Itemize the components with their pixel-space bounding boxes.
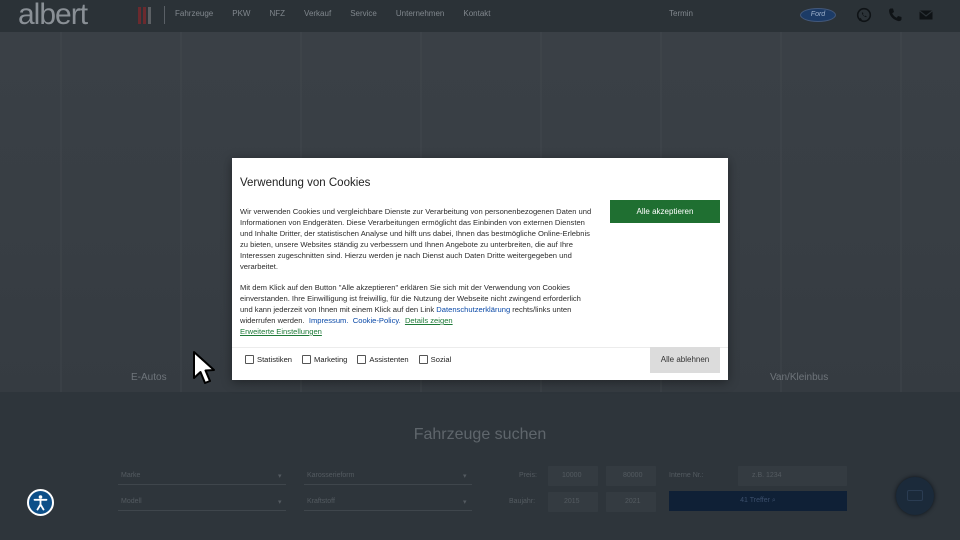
mouse-cursor-icon (193, 351, 215, 384)
kraftstoff-underline (304, 510, 472, 511)
checkbox-marketing[interactable]: Marketing (302, 355, 347, 364)
chevron-down-icon: ▾ (463, 473, 467, 480)
checkbox-statistiken[interactable]: Statistiken (245, 355, 292, 364)
impressum-link[interactable]: Impressum. (309, 316, 349, 325)
karosserie-select[interactable]: Karosserieform (307, 472, 354, 479)
karosserie-underline (304, 484, 472, 485)
marke-select[interactable]: Marke (121, 472, 140, 479)
interne-nr-input[interactable]: z.B. 1234 (752, 472, 782, 479)
nav-item-pkw[interactable]: PKW (232, 9, 250, 18)
nav-item-service[interactable]: Service (350, 9, 377, 18)
site-logo[interactable]: albert (18, 0, 88, 30)
chat-mail-icon[interactable] (896, 477, 934, 515)
category-van-kleinbus[interactable]: Van/Kleinbus (770, 372, 828, 383)
ford-logo[interactable]: Ford (800, 8, 836, 22)
search-submit-label: 41 Treffer (740, 497, 770, 504)
baujahr-from-input[interactable]: 2015 (564, 498, 580, 505)
nav-item-fahrzeuge[interactable]: Fahrzeuge (175, 9, 213, 18)
cookie-dialog: Verwendung von Cookies Wir verwenden Coo… (232, 158, 728, 380)
cookie-categories: Statistiken Marketing Assistenten Sozial (245, 355, 461, 364)
modell-underline (118, 510, 286, 511)
search-submit-button[interactable]: 41 Treffer ⌕ (669, 491, 847, 511)
interne-nr-label: Interne Nr.: (669, 472, 704, 479)
category-e-autos[interactable]: E-Autos (131, 372, 167, 383)
nav-item-nfz[interactable]: NFZ (269, 9, 285, 18)
advanced-settings-link[interactable]: Erweiterte Einstellungen (240, 327, 322, 336)
checkbox-label: Assistenten (369, 355, 409, 364)
cookie-intro-text: Wir verwenden Cookies und vergleichbare … (240, 207, 592, 271)
preis-from-input[interactable]: 10000 (562, 472, 581, 479)
accept-all-button[interactable]: Alle akzeptieren (610, 200, 720, 223)
details-link[interactable]: Details zeigen (405, 316, 453, 325)
mail-icon[interactable] (918, 7, 934, 23)
modell-select[interactable]: Modell (121, 498, 142, 505)
nav-item-kontakt[interactable]: Kontakt (463, 9, 490, 18)
baujahr-label: Baujahr: (509, 498, 536, 505)
checkbox-sozial[interactable]: Sozial (418, 355, 452, 364)
chevron-down-icon: ▾ (278, 473, 282, 480)
search-title: Fahrzeuge suchen (413, 426, 547, 443)
kraftstoff-select[interactable]: Kraftstoff (307, 498, 335, 505)
checkbox-box[interactable] (357, 355, 367, 364)
main-nav: Fahrzeuge PKW NFZ Verkauf Service Untern… (175, 9, 510, 18)
checkbox-label: Marketing (314, 355, 348, 364)
reject-all-button[interactable]: Alle ablehnen (650, 347, 720, 373)
checkbox-box[interactable] (418, 355, 428, 364)
termin-link[interactable]: Termin (669, 9, 693, 18)
cookie-policy-link[interactable]: Cookie-Policy. (353, 316, 401, 325)
chevron-down-icon: ▾ (278, 499, 282, 506)
baujahr-to-input[interactable]: 2021 (625, 498, 641, 505)
checkbox-box[interactable] (302, 355, 312, 364)
accessibility-icon[interactable] (27, 489, 54, 516)
checkbox-assistenten[interactable]: Assistenten (357, 355, 409, 364)
phone-icon[interactable] (887, 7, 903, 23)
checkbox-label: Sozial (430, 355, 452, 364)
nav-item-unternehmen[interactable]: Unternehmen (396, 9, 444, 18)
checkbox-label: Statistiken (257, 355, 293, 364)
nav-item-verkauf[interactable]: Verkauf (304, 9, 331, 18)
logo-bars (138, 7, 151, 24)
site-header: albert Fahrzeuge PKW NFZ Verkauf Service… (0, 0, 960, 32)
privacy-link[interactable]: Datenschutzerklärung (436, 305, 510, 314)
whatsapp-icon[interactable] (856, 7, 872, 23)
marke-underline (118, 484, 286, 485)
preis-label: Preis: (519, 472, 537, 479)
checkbox-box[interactable] (245, 355, 254, 364)
cookie-title: Verwendung von Cookies (240, 177, 371, 189)
chevron-down-icon: ▾ (463, 499, 467, 506)
preis-to-input[interactable]: 80000 (623, 472, 642, 479)
cookie-consent-text: Mit dem Klick auf den Button "Alle akzep… (240, 282, 592, 337)
logo-divider (164, 6, 165, 24)
